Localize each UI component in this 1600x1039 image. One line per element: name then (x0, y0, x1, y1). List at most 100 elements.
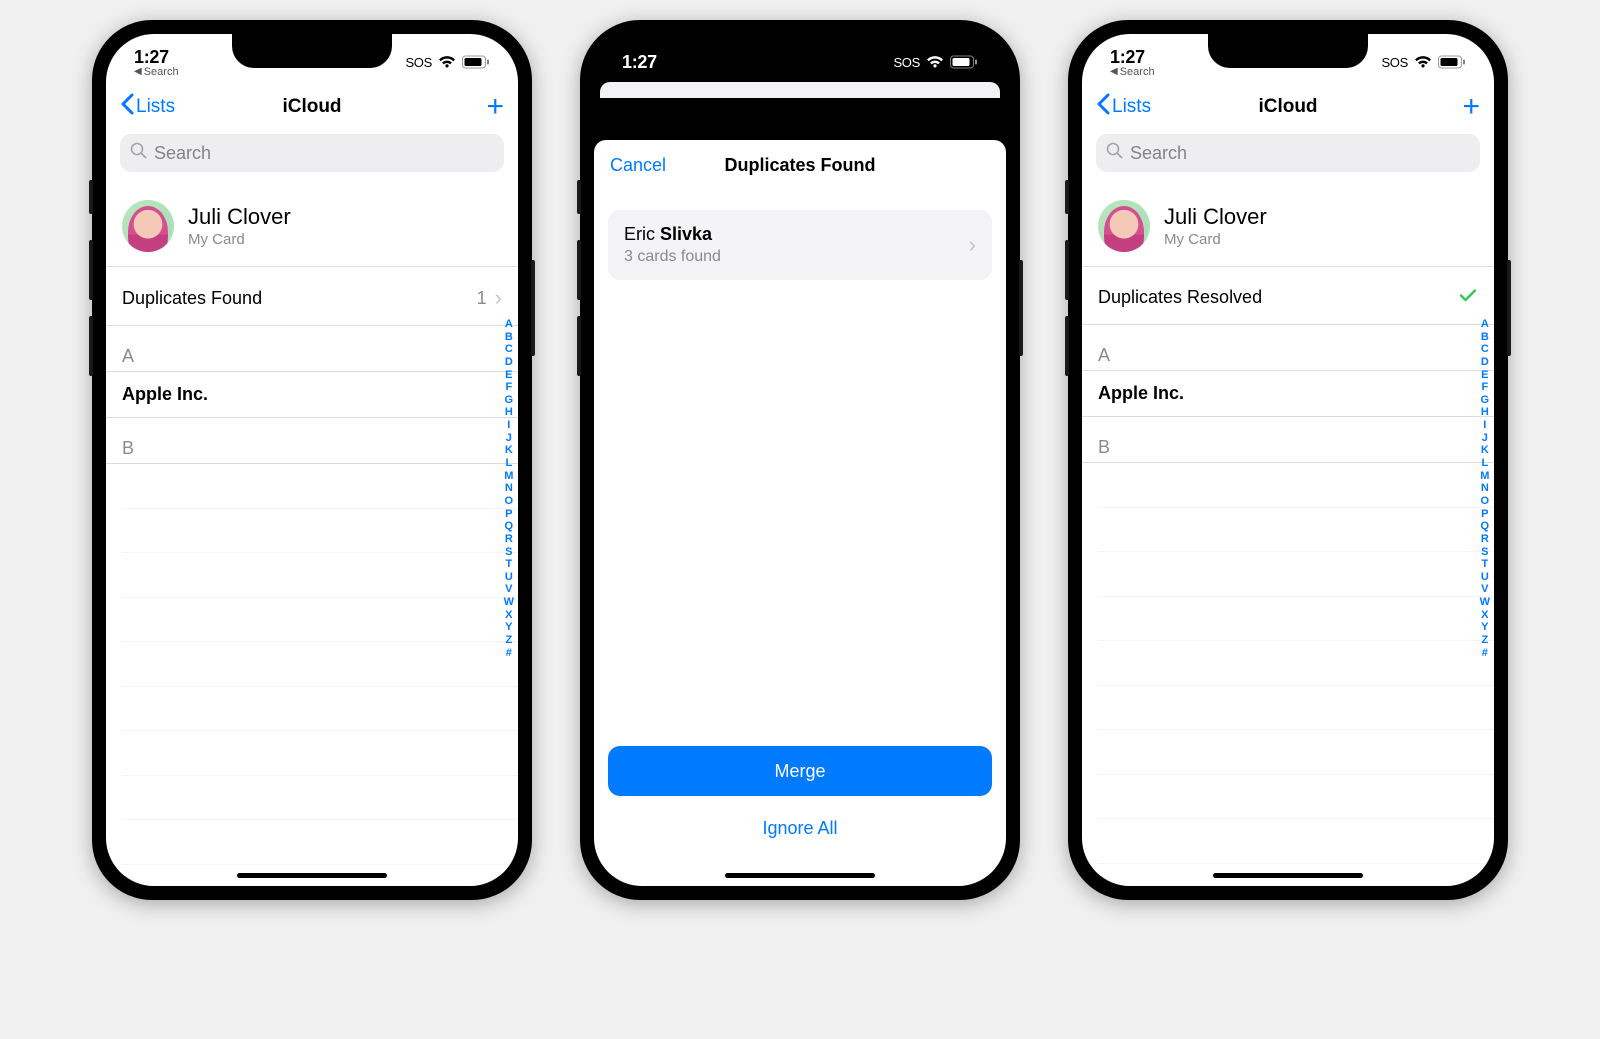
duplicate-card[interactable]: Eric Slivka 3 cards found › (608, 210, 992, 280)
resolved-label: Duplicates Resolved (1098, 287, 1262, 308)
volume-up[interactable] (89, 180, 93, 214)
index-letter-b[interactable]: B (1481, 331, 1489, 344)
home-indicator[interactable] (1213, 873, 1363, 878)
nav-bar: Lists iCloud + (106, 84, 518, 130)
index-letter-q[interactable]: Q (1481, 520, 1490, 533)
index-letter-y[interactable]: Y (1481, 621, 1488, 634)
home-indicator[interactable] (237, 873, 387, 878)
volume-down[interactable] (89, 240, 93, 300)
my-card-row[interactable]: Juli Clover My Card (106, 188, 518, 267)
power-button[interactable] (1507, 260, 1511, 356)
index-letter-p[interactable]: P (505, 508, 512, 521)
index-letter-v[interactable]: V (505, 583, 512, 596)
contact-row-apple[interactable]: Apple Inc. (1082, 371, 1494, 417)
index-letter-f[interactable]: F (505, 381, 512, 394)
index-letter-i[interactable]: I (507, 419, 510, 432)
index-letter-g[interactable]: G (1481, 394, 1490, 407)
index-letter-c[interactable]: C (1481, 343, 1489, 356)
index-letter-i[interactable]: I (1483, 419, 1486, 432)
index-letter-l[interactable]: L (1481, 457, 1488, 470)
index-letter-m[interactable]: M (1480, 470, 1489, 483)
index-letter-v[interactable]: V (1481, 583, 1488, 596)
index-letter-y[interactable]: Y (505, 621, 512, 634)
index-letter-o[interactable]: O (505, 495, 514, 508)
home-indicator[interactable] (725, 873, 875, 878)
index-letter-h[interactable]: H (1481, 406, 1489, 419)
index-letter-a[interactable]: A (505, 318, 513, 331)
breadcrumb-back[interactable]: ◀ Search (134, 66, 179, 78)
merge-button[interactable]: Merge (608, 746, 992, 796)
contact-row-apple[interactable]: Apple Inc. (106, 372, 518, 418)
index-letter-t[interactable]: T (505, 558, 512, 571)
index-letter-u[interactable]: U (1481, 571, 1489, 584)
alpha-index[interactable]: ABCDEFGHIJKLMNOPQRSTUVWXYZ# (1480, 318, 1490, 659)
index-letter-#[interactable]: # (1482, 647, 1488, 660)
volume-up[interactable] (1065, 180, 1069, 214)
index-letter-d[interactable]: D (505, 356, 513, 369)
index-letter-s[interactable]: S (1481, 546, 1488, 559)
index-letter-j[interactable]: J (1482, 432, 1488, 445)
index-letter-u[interactable]: U (505, 571, 513, 584)
volume-down[interactable] (1065, 240, 1069, 300)
index-letter-h[interactable]: H (505, 406, 513, 419)
index-letter-s[interactable]: S (505, 546, 512, 559)
back-button[interactable]: Lists (120, 93, 180, 121)
index-letter-n[interactable]: N (505, 482, 513, 495)
cancel-button[interactable]: Cancel (610, 155, 666, 176)
index-letter-w[interactable]: W (1480, 596, 1490, 609)
duplicates-sheet: Cancel Duplicates Found Eric Slivka 3 ca… (594, 140, 1006, 886)
search-input[interactable]: Search (1096, 134, 1480, 172)
breadcrumb-back[interactable]: ◀ Search (1110, 66, 1155, 78)
add-button[interactable]: + (486, 92, 504, 122)
ignore-all-button[interactable]: Ignore All (608, 810, 992, 846)
phone-3: 1:27 ◀ Search SOS Li (1068, 20, 1508, 900)
index-letter-p[interactable]: P (1481, 508, 1488, 521)
index-letter-w[interactable]: W (504, 596, 514, 609)
index-letter-c[interactable]: C (505, 343, 513, 356)
index-letter-l[interactable]: L (505, 457, 512, 470)
status-time: 1:27 (1110, 47, 1145, 68)
index-letter-k[interactable]: K (505, 444, 513, 457)
index-letter-k[interactable]: K (1481, 444, 1489, 457)
index-letter-n[interactable]: N (1481, 482, 1489, 495)
volume-up[interactable] (577, 180, 581, 214)
index-letter-o[interactable]: O (1481, 495, 1490, 508)
index-letter-t[interactable]: T (1481, 558, 1488, 571)
index-letter-f[interactable]: F (1481, 381, 1488, 394)
search-input[interactable]: Search (120, 134, 504, 172)
silent-switch[interactable] (1065, 316, 1069, 376)
index-letter-g[interactable]: G (505, 394, 514, 407)
wifi-icon (926, 55, 944, 69)
add-button[interactable]: + (1462, 92, 1480, 122)
index-letter-e[interactable]: E (1481, 369, 1488, 382)
index-letter-e[interactable]: E (505, 369, 512, 382)
duplicates-row[interactable]: Duplicates Found 1 › (106, 271, 518, 326)
index-letter-r[interactable]: R (505, 533, 513, 546)
my-card-row[interactable]: Juli Clover My Card (1082, 188, 1494, 267)
duplicates-resolved-row[interactable]: Duplicates Resolved (1082, 271, 1494, 325)
empty-rows-area[interactable] (122, 464, 518, 886)
index-letter-z[interactable]: Z (505, 634, 512, 647)
index-letter-r[interactable]: R (1481, 533, 1489, 546)
back-button[interactable]: Lists (1096, 93, 1156, 121)
index-letter-b[interactable]: B (505, 331, 513, 344)
power-button[interactable] (1019, 260, 1023, 356)
index-letter-z[interactable]: Z (1481, 634, 1488, 647)
alpha-index[interactable]: ABCDEFGHIJKLMNOPQRSTUVWXYZ# (504, 318, 514, 659)
index-letter-x[interactable]: X (1481, 609, 1488, 622)
volume-down[interactable] (577, 240, 581, 300)
power-button[interactable] (531, 260, 535, 356)
section-header-b: B (1082, 423, 1494, 463)
empty-rows-area[interactable] (1098, 463, 1494, 886)
avatar (122, 200, 174, 252)
my-card-name: Juli Clover (1164, 204, 1267, 230)
index-letter-q[interactable]: Q (505, 520, 514, 533)
index-letter-d[interactable]: D (1481, 356, 1489, 369)
silent-switch[interactable] (89, 316, 93, 376)
index-letter-m[interactable]: M (504, 470, 513, 483)
silent-switch[interactable] (577, 316, 581, 376)
index-letter-j[interactable]: J (506, 432, 512, 445)
index-letter-#[interactable]: # (506, 647, 512, 660)
index-letter-a[interactable]: A (1481, 318, 1489, 331)
index-letter-x[interactable]: X (505, 609, 512, 622)
